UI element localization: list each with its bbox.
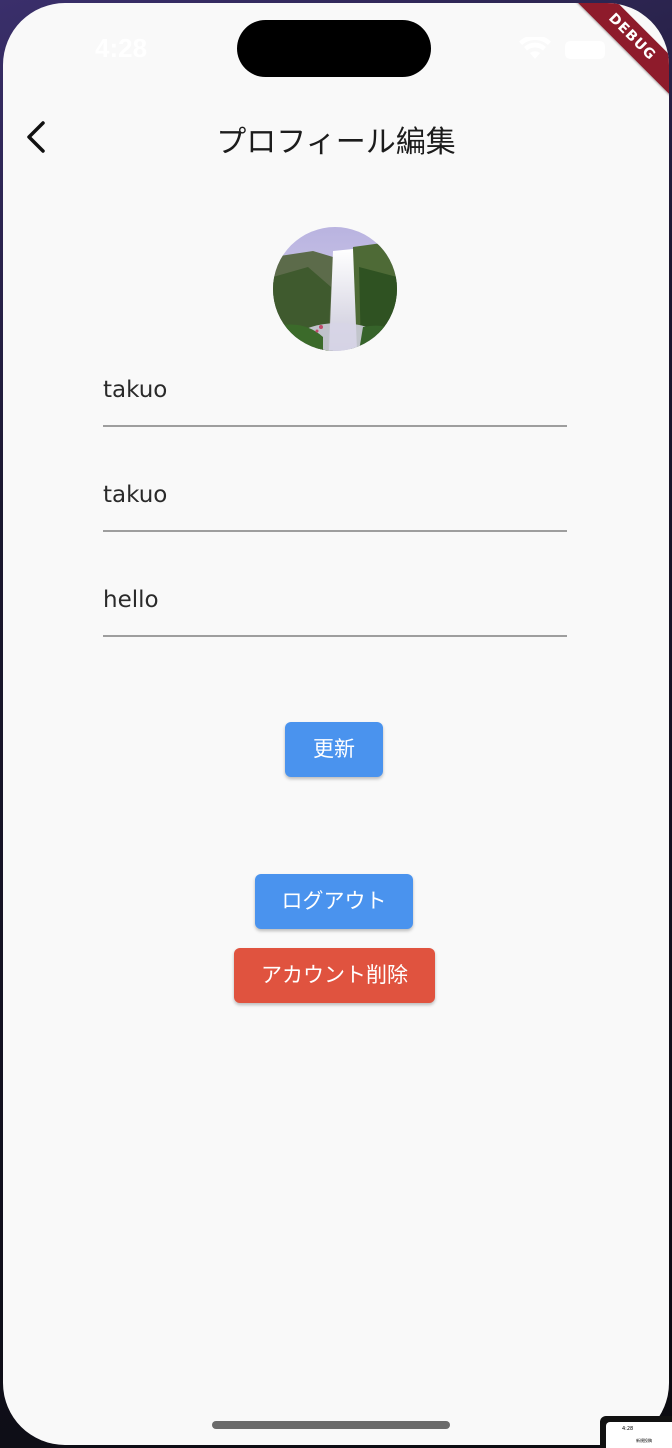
device-frame: 4:28 DEBUG プロフィール編集 takuo takuo hello 更新… [0, 0, 672, 1448]
waterfall-photo [273, 227, 397, 351]
battery-icon [565, 41, 605, 59]
update-button[interactable]: 更新 [285, 722, 383, 777]
home-indicator [212, 1421, 450, 1429]
simulator-preview-thumbnail: 4:28 新規投稿 [600, 1416, 672, 1448]
page-title: プロフィール編集 [216, 125, 456, 160]
preview-title: 新規投稿 [636, 1438, 652, 1443]
username-value: takuo [103, 377, 168, 403]
preview-time: 4:28 [622, 1426, 634, 1432]
avatar[interactable] [273, 227, 397, 351]
status-time: 4:28 [95, 33, 148, 63]
bio-value: hello [103, 587, 159, 613]
wifi-icon [519, 37, 551, 59]
display-name-field[interactable]: takuo [103, 460, 567, 532]
delete-account-button[interactable]: アカウント削除 [234, 948, 435, 1003]
username-field[interactable]: takuo [103, 355, 567, 427]
status-bar: 4:28 [3, 3, 669, 103]
dynamic-island [237, 20, 431, 77]
bio-field[interactable]: hello [103, 565, 567, 637]
preview-screen: 4:28 新規投稿 [606, 1422, 672, 1448]
app-screen: 4:28 DEBUG プロフィール編集 takuo takuo hello 更新… [3, 3, 669, 1445]
logout-button[interactable]: ログアウト [255, 874, 413, 929]
app-bar: プロフィール編集 [3, 103, 669, 173]
display-name-value: takuo [103, 482, 168, 508]
